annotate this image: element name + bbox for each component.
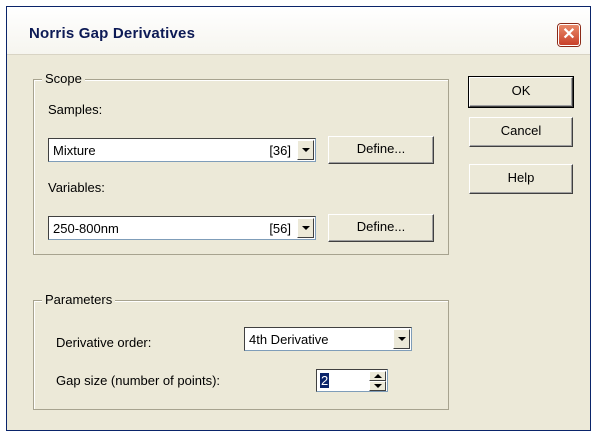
title-bar[interactable]: Norris Gap Derivatives ✕	[7, 7, 590, 55]
samples-count: [36]	[269, 143, 291, 158]
derivative-order-value: 4th Derivative	[249, 332, 329, 347]
samples-define-label: Define...	[356, 141, 406, 156]
gap-size-label: Gap size (number of points):	[56, 373, 221, 388]
derivative-order-label: Derivative order:	[56, 335, 152, 350]
help-button[interactable]: Help	[469, 164, 573, 194]
variables-define-button[interactable]: Define...	[328, 214, 434, 242]
variables-label: Variables:	[48, 180, 105, 195]
chevron-down-icon	[301, 226, 310, 230]
parameters-legend: Parameters	[42, 292, 116, 307]
scope-legend: Scope	[42, 71, 85, 86]
parameters-group: Parameters Derivative order: 4th Derivat…	[33, 292, 449, 410]
chevron-down-icon	[301, 148, 310, 152]
dialog-window: Norris Gap Derivatives ✕ Scope Samples: …	[6, 6, 591, 431]
ok-button[interactable]: OK	[468, 76, 574, 108]
derivative-dropdown-button[interactable]	[393, 329, 410, 349]
close-icon: ✕	[562, 26, 576, 43]
scope-group: Scope Samples: Mixture [36] Define... Va…	[33, 71, 449, 255]
spinner-buttons	[369, 371, 386, 391]
cancel-label: Cancel	[500, 123, 542, 138]
gap-size-value[interactable]: 2	[320, 373, 330, 388]
variables-define-label: Define...	[356, 219, 406, 234]
spin-up-button[interactable]	[369, 371, 386, 381]
samples-select[interactable]: Mixture [36]	[48, 138, 316, 162]
variables-dropdown-button[interactable]	[297, 218, 314, 238]
samples-dropdown-button[interactable]	[297, 140, 314, 160]
samples-value: Mixture	[53, 143, 96, 158]
gap-size-spinner[interactable]: 2	[316, 369, 388, 392]
samples-label: Samples:	[48, 102, 103, 117]
chevron-down-icon	[397, 337, 406, 341]
samples-define-button[interactable]: Define...	[328, 136, 434, 164]
close-button[interactable]: ✕	[558, 24, 580, 46]
variables-select[interactable]: 250-800nm [56]	[48, 216, 316, 240]
derivative-order-select[interactable]: 4th Derivative	[244, 327, 412, 351]
ok-label: OK	[511, 83, 531, 98]
variables-count: [56]	[269, 221, 291, 236]
help-label: Help	[507, 170, 535, 185]
variables-value: 250-800nm	[53, 221, 119, 236]
arrow-down-icon	[373, 384, 382, 388]
cancel-button[interactable]: Cancel	[469, 117, 573, 147]
arrow-up-icon	[373, 374, 382, 378]
window-title: Norris Gap Derivatives	[29, 25, 196, 42]
spin-down-button[interactable]	[369, 381, 386, 391]
